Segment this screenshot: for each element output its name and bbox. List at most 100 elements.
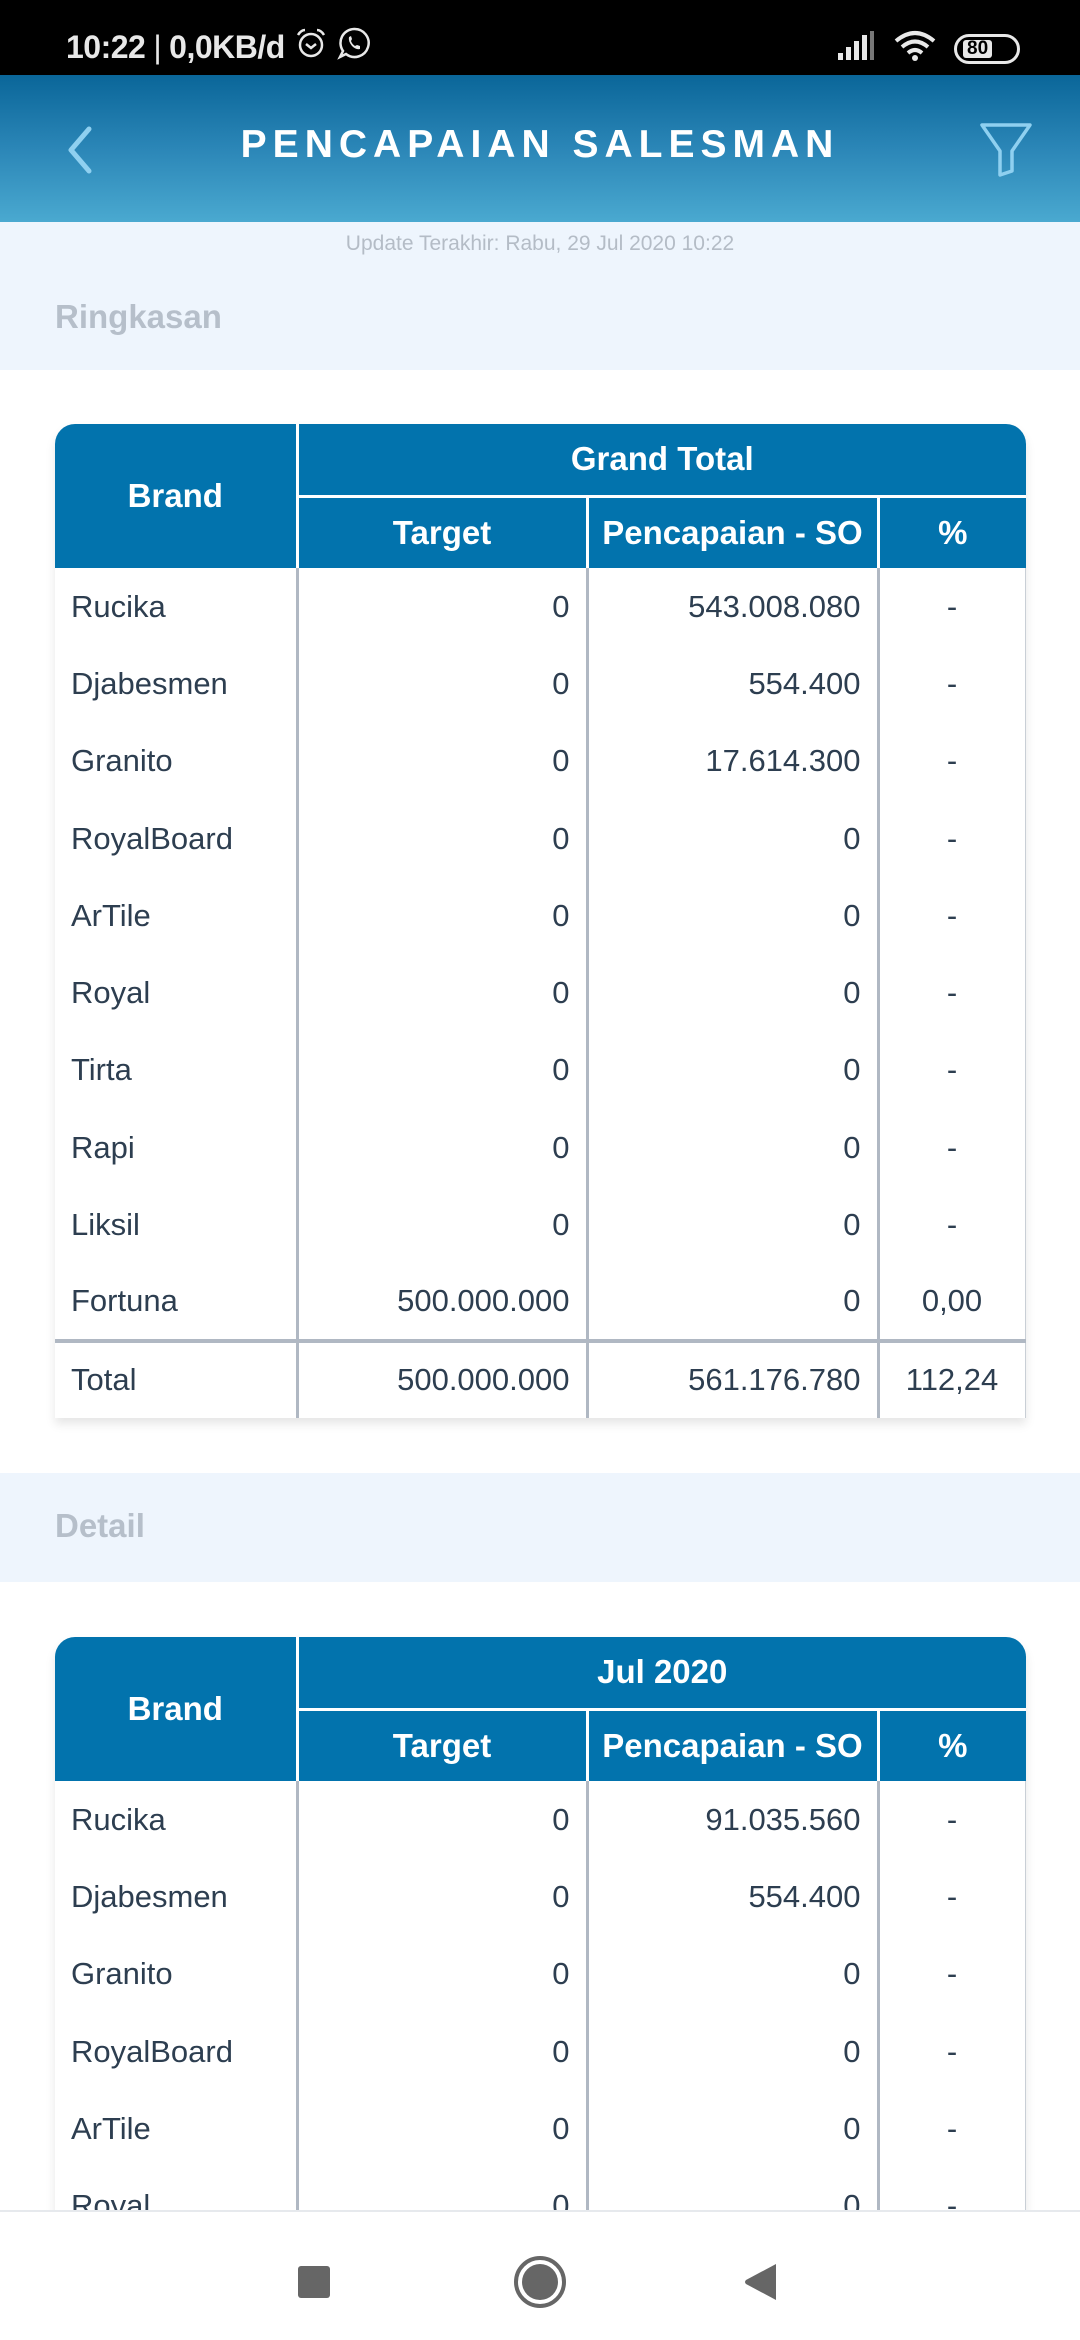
table-row: Rucika 0 91.035.560- xyxy=(55,1781,1026,1859)
section-title-summary: Ringkasan xyxy=(55,298,222,335)
percent-cell: - xyxy=(878,1781,1026,1859)
group-header: Jul 2020 xyxy=(297,1637,1026,1711)
achievement-cell: 0 xyxy=(587,799,880,878)
total-target: 500.000.000 xyxy=(297,1338,589,1418)
percent-cell: - xyxy=(878,2090,1026,2168)
target-cell: 0 xyxy=(297,722,589,800)
target-cell: 0 xyxy=(297,799,589,878)
percent-cell: - xyxy=(878,799,1026,878)
last-update-text: Update Terakhir: Rabu, 29 Jul 2020 10:22 xyxy=(345,232,735,255)
brand-cell: Rucika xyxy=(55,1781,299,1859)
achievement-header: Pencapaian - SO xyxy=(587,1709,880,1781)
brand-cell: RoyalBoard xyxy=(55,2012,299,2091)
battery-icon: 80 xyxy=(954,33,1020,64)
summary-table: Brand Grand Total Target Pencapaian - SO… xyxy=(55,424,1026,1418)
percent-header: % xyxy=(878,496,1026,568)
section-title-detail: Detail xyxy=(55,1507,145,1544)
table-row: ArTile 0 0- xyxy=(55,2090,1026,2168)
summary-band: Update Terakhir: Rabu, 29 Jul 2020 10:22… xyxy=(0,222,1080,370)
total-percent: 112,24 xyxy=(878,1338,1026,1418)
back-nav-button[interactable] xyxy=(730,2252,790,2312)
table-row: RoyalBoard 0 0- xyxy=(55,2012,1026,2091)
target-cell: 500.000.000 xyxy=(297,1263,589,1341)
percent-cell: - xyxy=(878,1031,1026,1110)
table-row: Granito 0 0- xyxy=(55,1935,1026,2013)
achievement-cell: 554.400 xyxy=(587,645,880,723)
back-nav-icon xyxy=(745,2264,776,2300)
brand-cell: Fortuna xyxy=(55,1263,299,1341)
brand-cell: Granito xyxy=(55,722,299,800)
percent-cell: - xyxy=(878,645,1026,723)
table-row: Royal 0 0- xyxy=(55,954,1026,1032)
percent-cell: - xyxy=(878,1858,1026,1936)
system-nav-bar xyxy=(0,2210,1080,2340)
target-cell: 0 xyxy=(297,1781,589,1859)
page-title: PENCAPAIAN SALESMAN xyxy=(240,123,840,166)
table-row: Djabesmen 0 554.400- xyxy=(55,645,1026,723)
percent-cell: - xyxy=(878,877,1026,955)
percent-cell: - xyxy=(878,722,1026,800)
percent-cell: - xyxy=(878,1186,1026,1264)
brand-cell: Rapi xyxy=(55,1109,299,1187)
table-row: Granito 0 17.614.300- xyxy=(55,722,1026,800)
target-header: Target xyxy=(297,1709,589,1781)
home-button[interactable] xyxy=(510,2252,570,2312)
target-cell: 0 xyxy=(297,568,589,646)
brand-header: Brand xyxy=(55,424,299,568)
achievement-cell: 0 xyxy=(587,954,880,1032)
filter-icon xyxy=(980,123,1032,177)
target-cell: 0 xyxy=(297,954,589,1032)
group-header: Grand Total xyxy=(297,424,1026,498)
achievement-cell: 0 xyxy=(587,877,880,955)
table-row: Rucika 0 543.008.080- xyxy=(55,568,1026,646)
achievement-cell: 17.614.300 xyxy=(587,722,880,800)
achievement-cell: 0 xyxy=(587,1109,880,1187)
brand-header: Brand xyxy=(55,1637,299,1781)
percent-cell: 0,00 xyxy=(878,1263,1026,1341)
target-cell: 0 xyxy=(297,877,589,955)
percent-cell: - xyxy=(878,2012,1026,2091)
achievement-cell: 0 xyxy=(587,1935,880,2013)
recents-icon xyxy=(298,2266,330,2298)
target-cell: 0 xyxy=(297,1935,589,2013)
brand-cell: RoyalBoard xyxy=(55,799,299,878)
recents-button[interactable] xyxy=(284,2252,344,2312)
table-row: Tirta 0 0- xyxy=(55,1031,1026,1110)
target-cell: 0 xyxy=(297,2090,589,2168)
target-cell: 0 xyxy=(297,1109,589,1187)
total-achievement: 561.176.780 xyxy=(587,1338,880,1418)
target-cell: 0 xyxy=(297,1031,589,1110)
filter-button[interactable] xyxy=(970,115,1042,185)
brand-cell: ArTile xyxy=(55,877,299,955)
brand-cell: Djabesmen xyxy=(55,645,299,723)
brand-cell: Granito xyxy=(55,1935,299,2013)
percent-cell: - xyxy=(878,1109,1026,1187)
battery-level: 80 xyxy=(963,39,993,58)
brand-cell: Djabesmen xyxy=(55,1858,299,1936)
status-bar: 10:22 | 0,0KB/d 80 xyxy=(0,0,1080,75)
total-label: Total xyxy=(55,1338,299,1418)
detail-table-card: Brand Jul 2020 Target Pencapaian - SO % … xyxy=(55,1637,1026,2245)
brand-cell: Rucika xyxy=(55,568,299,646)
status-data-rate: 0,0KB/d xyxy=(169,28,285,65)
status-time: 10:22 xyxy=(66,28,146,65)
achievement-cell: 554.400 xyxy=(587,1858,880,1936)
target-cell: 0 xyxy=(297,1186,589,1264)
percent-cell: - xyxy=(878,954,1026,1032)
wifi-icon xyxy=(894,30,936,67)
percent-cell: - xyxy=(878,568,1026,646)
achievement-cell: 0 xyxy=(587,1186,880,1264)
table-row: RoyalBoard 0 0- xyxy=(55,799,1026,878)
table-row: ArTile 0 0- xyxy=(55,877,1026,955)
detail-table: Brand Jul 2020 Target Pencapaian - SO % … xyxy=(55,1637,1026,2245)
achievement-cell: 0 xyxy=(587,1031,880,1110)
total-row: Total 500.000.000 561.176.780 112,24 xyxy=(55,1338,1026,1418)
whatsapp-icon xyxy=(337,26,371,68)
achievement-cell: 91.035.560 xyxy=(587,1781,880,1859)
achievement-cell: 0 xyxy=(587,2012,880,2091)
status-separator: | xyxy=(153,28,162,65)
target-cell: 0 xyxy=(297,2012,589,2091)
percent-header: % xyxy=(878,1709,1026,1781)
app-header: PENCAPAIAN SALESMAN xyxy=(0,75,1080,222)
table-row: Rapi 0 0- xyxy=(55,1109,1026,1187)
